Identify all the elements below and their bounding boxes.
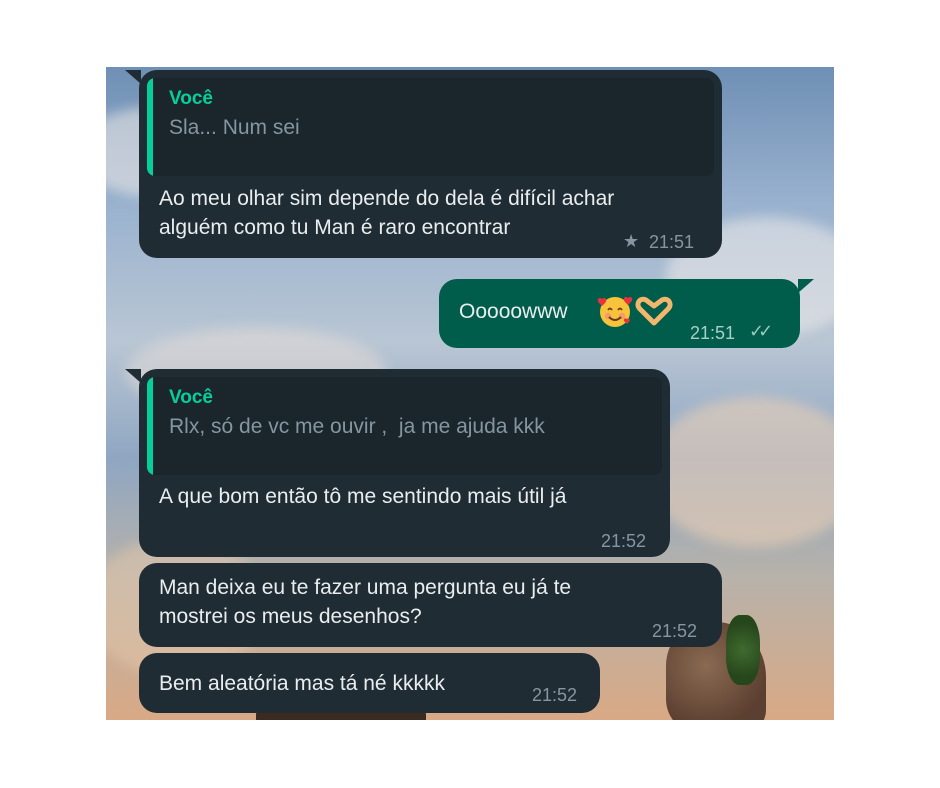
message-text: Ooooowww <box>459 300 568 323</box>
message-text-line: A que bom então tô me sentindo mais útil… <box>159 485 567 508</box>
message-time: 21:52 <box>652 621 698 641</box>
message-text-line: mostrei os meus desenhos? <box>159 605 422 628</box>
reply-quote[interactable]: Você Sla... Num sei <box>147 78 714 176</box>
wallpaper-cloud <box>646 397 834 547</box>
heart-hands-icon <box>635 296 673 326</box>
reply-quote[interactable]: Você Rlx, só de vc me ouvir , ja me ajud… <box>147 377 662 475</box>
reply-text: Rlx, só de vc me ouvir , ja me ajuda kkk <box>169 415 545 438</box>
reply-author: Você <box>169 88 214 109</box>
message-time: 21:52 <box>532 685 578 705</box>
star-icon: ★ <box>623 231 640 251</box>
chat-area[interactable]: Você Sla... Num sei Ao meu olhar sim dep… <box>106 67 834 720</box>
message-time: 21:52 <box>601 531 647 551</box>
double-check-read-icon: ✓✓ <box>749 321 773 341</box>
bubble-tail <box>125 70 141 84</box>
message-text-line: Ao meu olhar sim depende do dela é difíc… <box>159 187 615 210</box>
bubble-tail <box>125 369 141 383</box>
bubble-tail <box>798 279 814 293</box>
message-text-line: Bem aleatória mas tá né kkkkk <box>159 672 445 695</box>
message-text-line: alguém como tu Man é raro encontrar <box>159 216 511 239</box>
message-time: 21:51 <box>649 232 695 252</box>
message-time: 21:51 <box>690 323 736 343</box>
quote-accent-bar <box>147 377 153 475</box>
smiling-face-with-hearts-icon <box>597 296 633 327</box>
message-text-line: Man deixa eu te fazer uma pergunta eu já… <box>159 576 572 599</box>
reply-author: Você <box>169 387 214 408</box>
message-bubble-incoming[interactable]: Você Sla... Num sei Ao meu olhar sim dep… <box>125 70 722 258</box>
wallpaper-plant <box>726 615 760 685</box>
message-bubble-outgoing[interactable]: Ooooowww 21:51 ✓✓ <box>439 279 814 348</box>
reply-text: Sla... Num sei <box>169 116 300 139</box>
message-bubble-incoming[interactable]: Bem aleatória mas tá né kkkkk 21:52 <box>139 653 600 713</box>
quote-accent-bar <box>147 78 153 176</box>
message-bubble-incoming[interactable]: Man deixa eu te fazer uma pergunta eu já… <box>139 563 722 647</box>
message-bubble-incoming[interactable]: Você Rlx, só de vc me ouvir , ja me ajud… <box>125 369 670 557</box>
